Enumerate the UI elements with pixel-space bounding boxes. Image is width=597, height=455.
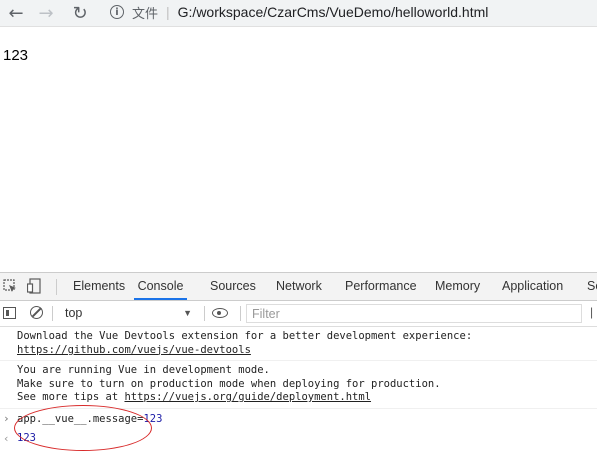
forward-arrow-icon[interactable]: → [36, 3, 56, 24]
info-icon[interactable]: i [110, 5, 124, 19]
message-text: See more tips at [17, 391, 125, 403]
tab-console[interactable]: Console [134, 273, 187, 300]
message-text: Make sure to turn on production mode whe… [17, 377, 441, 390]
address-label: 文件 [132, 6, 159, 22]
console-command: › app.__vue__.message=123 [0, 409, 597, 430]
context-value: top [65, 306, 83, 320]
tab-sources[interactable]: Sources [210, 273, 256, 299]
dropdown-caret-icon: ▼ [183, 308, 192, 318]
context-selector[interactable]: top ▼ [58, 304, 198, 323]
toolbar-edge-divider: | [590, 305, 594, 319]
tab-security[interactable]: Se [587, 273, 597, 299]
reload-icon[interactable]: ↻ [70, 3, 90, 24]
back-arrow-icon[interactable]: ← [6, 3, 26, 24]
tab-memory[interactable]: Memory [435, 273, 480, 299]
device-toggle-icon[interactable] [26, 278, 42, 294]
console-toolbar: top ▼ Filter | [0, 301, 597, 327]
divider [52, 306, 53, 321]
console-output: Download the Vue Devtools extension for … [0, 327, 597, 448]
address-separator: | [166, 4, 170, 20]
eye-icon[interactable] [212, 308, 228, 318]
devtools-link[interactable]: https://github.com/vuejs/vue-devtools [17, 344, 251, 356]
command-value: 123 [143, 412, 163, 425]
divider [56, 279, 57, 295]
devtools-panel: Elements Console Sources Network Perform… [0, 272, 597, 455]
url-text[interactable]: G:/workspace/CzarCms/VueDemo/helloworld.… [178, 4, 489, 20]
inspect-icon[interactable] [2, 278, 18, 294]
message-text: You are running Vue in development mode. [17, 364, 270, 376]
tab-application[interactable]: Application [502, 273, 563, 299]
console-result: ‹ 123 [0, 430, 597, 448]
deployment-link[interactable]: https://vuejs.org/guide/deployment.html [124, 391, 371, 403]
page-content: 123 [3, 47, 29, 64]
console-message: Download the Vue Devtools extension for … [0, 327, 597, 361]
result-value: 123 [17, 431, 36, 444]
divider [240, 306, 241, 321]
message-text: Download the Vue Devtools extension for … [17, 330, 473, 342]
result-arrow-icon: ‹ [3, 431, 10, 445]
clear-console-icon[interactable] [30, 306, 43, 319]
command-expression: app.__vue__.message= [17, 412, 144, 425]
tab-network[interactable]: Network [276, 273, 322, 299]
divider [204, 306, 205, 321]
sidebar-icon[interactable] [3, 307, 16, 319]
address-bar[interactable]: i 文件 | G:/workspace/CzarCms/VueDemo/hell… [104, 1, 597, 23]
devtools-tab-bar: Elements Console Sources Network Perform… [0, 273, 597, 301]
tab-performance[interactable]: Performance [345, 273, 417, 299]
browser-toolbar: ← → ↻ i 文件 | G:/workspace/CzarCms/VueDem… [0, 0, 597, 27]
console-message: You are running Vue in development mode.… [0, 361, 597, 409]
tab-elements[interactable]: Elements [73, 273, 125, 299]
filter-input[interactable]: Filter [246, 304, 582, 323]
prompt-chevron-icon: › [3, 411, 10, 425]
